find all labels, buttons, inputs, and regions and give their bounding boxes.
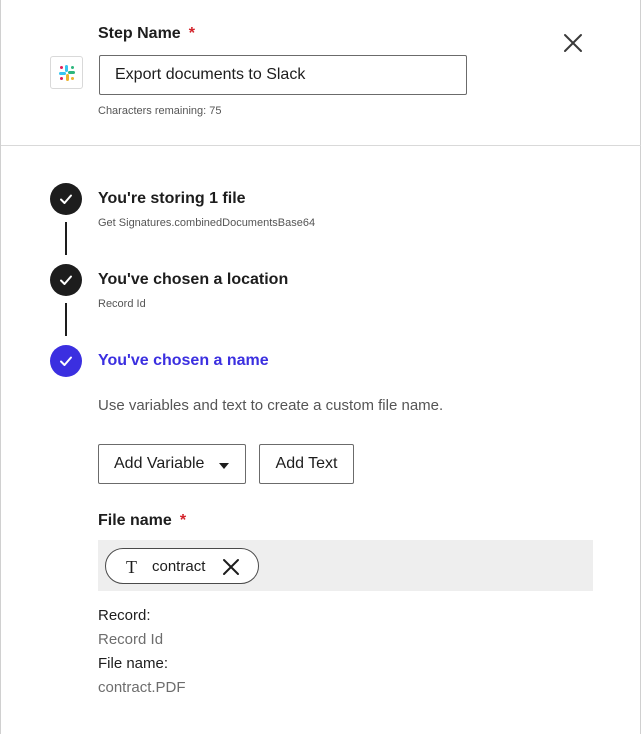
step-connector <box>65 303 67 336</box>
text-token-chip[interactable]: T contract <box>105 548 259 584</box>
step-connector <box>65 222 67 255</box>
text-type-icon: T <box>126 557 137 577</box>
summary-file-name-label: File name: <box>98 655 169 672</box>
step-3-active-indicator <box>50 345 82 377</box>
check-icon <box>60 194 72 204</box>
text-token-label: contract <box>152 558 206 575</box>
step-2-title: You've chosen a location <box>98 271 289 288</box>
remove-token-icon[interactable] <box>222 558 240 576</box>
step-2-subtitle: Record Id <box>98 298 146 310</box>
file-name-label: File name * <box>98 512 186 530</box>
step-name-input[interactable] <box>99 55 467 95</box>
step-header: Step Name * Characters remaining: 75 <box>1 0 641 146</box>
check-icon <box>60 356 72 366</box>
close-icon <box>564 34 582 52</box>
step-name-label-text: Step Name <box>98 25 181 42</box>
file-name-builder[interactable]: T contract <box>98 540 593 591</box>
close-button[interactable] <box>560 30 586 56</box>
file-name-label-text: File name <box>98 512 172 529</box>
slack-icon <box>50 56 83 89</box>
required-mark: * <box>188 25 195 42</box>
step-2-complete-indicator <box>50 264 82 296</box>
summary-record-value: Record Id <box>98 631 164 648</box>
add-text-button[interactable]: Add Text <box>259 444 354 484</box>
step-3-title: You've chosen a name <box>98 352 269 369</box>
characters-remaining: Characters remaining: 75 <box>98 105 222 117</box>
required-mark: * <box>179 512 187 529</box>
file-name-helper-text: Use variables and text to create a custo… <box>98 397 444 414</box>
step-1-complete-indicator <box>50 183 82 215</box>
panel-frame: Step Name * Characters remaining: 75 You'… <box>0 0 641 734</box>
step-1-subtitle: Get Signatures.combinedDocumentsBase64 <box>98 217 316 229</box>
step-name-label: Step Name * <box>98 25 195 43</box>
check-icon <box>60 275 72 285</box>
add-variable-button[interactable]: Add Variable <box>98 444 246 484</box>
caret-down-icon <box>219 463 229 469</box>
step-1-title: You're storing 1 file <box>98 190 246 207</box>
summary-record-label: Record: <box>98 607 151 624</box>
add-variable-label: Add Variable <box>114 455 205 472</box>
summary-file-name-value: contract.PDF <box>98 679 186 696</box>
